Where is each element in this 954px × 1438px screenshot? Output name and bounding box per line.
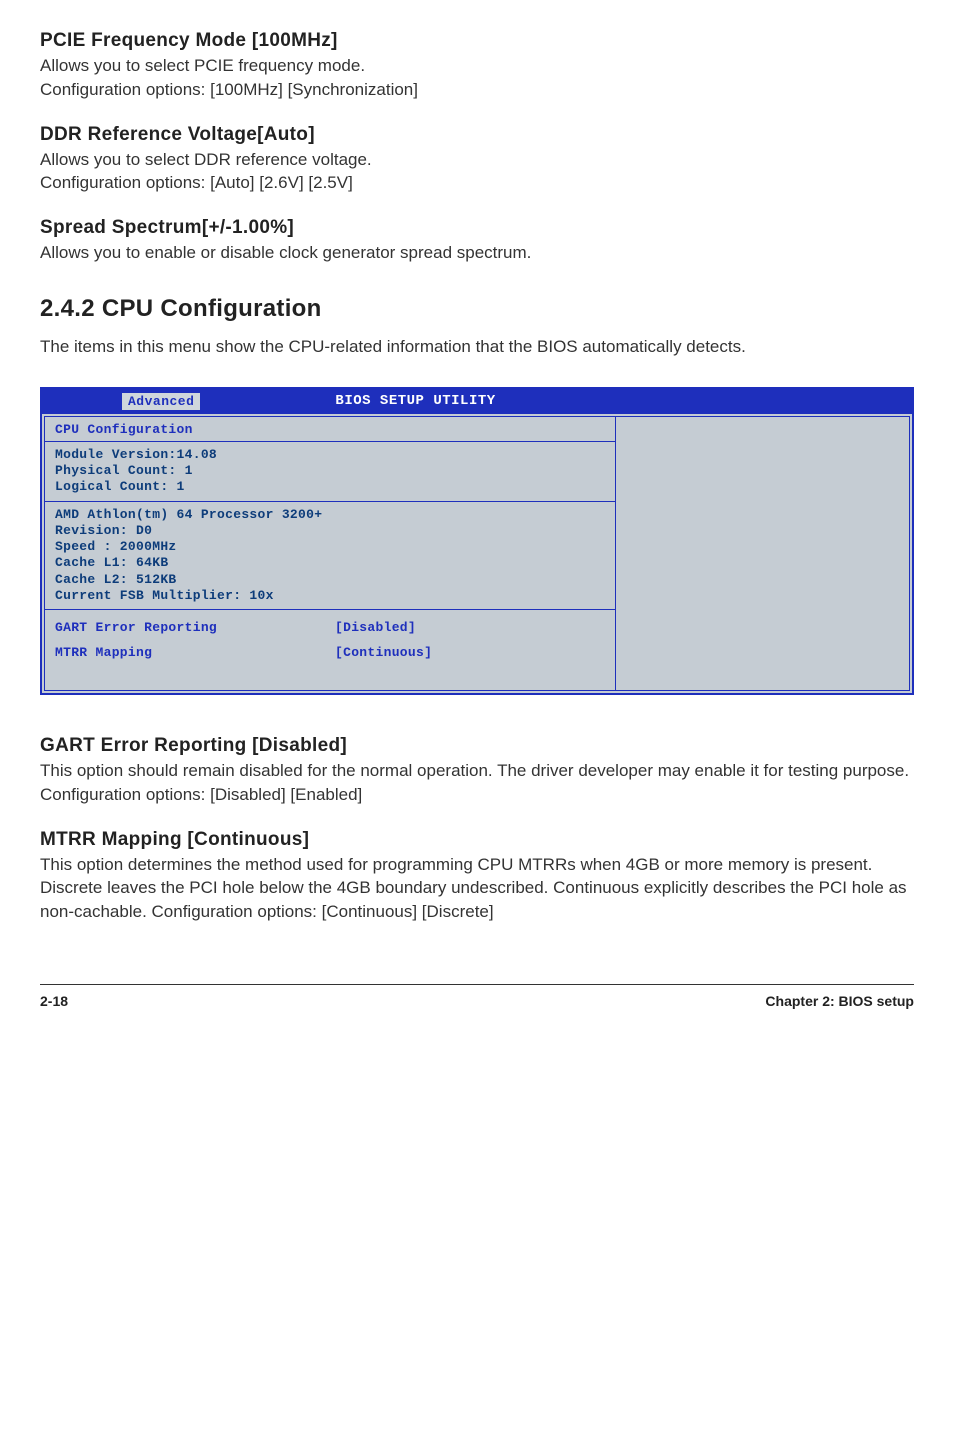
bios-line: Logical Count: 1 xyxy=(55,479,605,495)
body-ddr: Allows you to select DDR reference volta… xyxy=(40,148,914,196)
page-footer: 2-18 Chapter 2: BIOS setup xyxy=(40,984,914,1009)
heading-cpu-config: 2.4.2 CPU Configuration xyxy=(40,295,914,323)
text-line: Allows you to select DDR reference volta… xyxy=(40,150,372,169)
body-cpu-config: The items in this menu show the CPU-rela… xyxy=(40,335,914,359)
bios-header: Advanced BIOS SETUP UTILITY xyxy=(42,389,912,414)
bios-setting-label: MTRR Mapping xyxy=(55,645,335,660)
section-ddr: DDR Reference Voltage[Auto] Allows you t… xyxy=(40,124,914,196)
bios-screenshot: Advanced BIOS SETUP UTILITY CPU Configur… xyxy=(40,387,914,695)
footer-chapter: Chapter 2: BIOS setup xyxy=(765,993,914,1009)
text-line: Allows you to enable or disable clock ge… xyxy=(40,243,531,262)
body-gart: This option should remain disabled for t… xyxy=(40,759,914,807)
section-cpu-config: 2.4.2 CPU Configuration The items in thi… xyxy=(40,295,914,359)
section-gart: GART Error Reporting [Disabled] This opt… xyxy=(40,735,914,807)
section-spread: Spread Spectrum[+/-1.00%] Allows you to … xyxy=(40,217,914,265)
bios-setting-value: [Continuous] xyxy=(335,645,605,660)
body-pcie: Allows you to select PCIE frequency mode… xyxy=(40,54,914,102)
section-pcie: PCIE Frequency Mode [100MHz] Allows you … xyxy=(40,30,914,102)
text-line: Configuration options: [100MHz] [Synchro… xyxy=(40,80,418,99)
bios-tab-advanced: Advanced xyxy=(122,393,200,410)
footer-page-number: 2-18 xyxy=(40,993,68,1009)
bios-module-block: Module Version:14.08 Physical Count: 1 L… xyxy=(45,442,615,502)
bios-line: Module Version:14.08 xyxy=(55,447,605,463)
body-spread: Allows you to enable or disable clock ge… xyxy=(40,241,914,265)
section-mtrr: MTRR Mapping [Continuous] This option de… xyxy=(40,829,914,924)
heading-pcie: PCIE Frequency Mode [100MHz] xyxy=(40,30,914,52)
bios-setting-mtrr: MTRR Mapping [Continuous] xyxy=(45,637,615,690)
bios-line: Revision: D0 xyxy=(55,523,605,539)
bios-line: Physical Count: 1 xyxy=(55,463,605,479)
bios-line: AMD Athlon(tm) 64 Processor 3200+ xyxy=(55,507,605,523)
bios-setting-gart: GART Error Reporting [Disabled] xyxy=(45,610,615,637)
bios-panel-title: CPU Configuration xyxy=(45,417,615,442)
bios-line: Cache L1: 64KB xyxy=(55,555,605,571)
heading-spread: Spread Spectrum[+/-1.00%] xyxy=(40,217,914,239)
bios-setting-value: [Disabled] xyxy=(335,620,605,635)
bios-left-panel: CPU Configuration Module Version:14.08 P… xyxy=(44,416,616,691)
bios-line: Cache L2: 512KB xyxy=(55,572,605,588)
heading-ddr: DDR Reference Voltage[Auto] xyxy=(40,124,914,146)
heading-mtrr: MTRR Mapping [Continuous] xyxy=(40,829,914,851)
heading-gart: GART Error Reporting [Disabled] xyxy=(40,735,914,757)
bios-setting-label: GART Error Reporting xyxy=(55,620,335,635)
text-line: Configuration options: [Auto] [2.6V] [2.… xyxy=(40,173,353,192)
bios-right-panel xyxy=(616,416,910,691)
bios-line: Speed : 2000MHz xyxy=(55,539,605,555)
text-line: Allows you to select PCIE frequency mode… xyxy=(40,56,365,75)
bios-processor-block: AMD Athlon(tm) 64 Processor 3200+ Revisi… xyxy=(45,502,615,611)
body-mtrr: This option determines the method used f… xyxy=(40,853,914,924)
bios-title: BIOS SETUP UTILITY xyxy=(335,393,495,409)
bios-body: CPU Configuration Module Version:14.08 P… xyxy=(42,414,912,693)
bios-line: Current FSB Multiplier: 10x xyxy=(55,588,605,604)
